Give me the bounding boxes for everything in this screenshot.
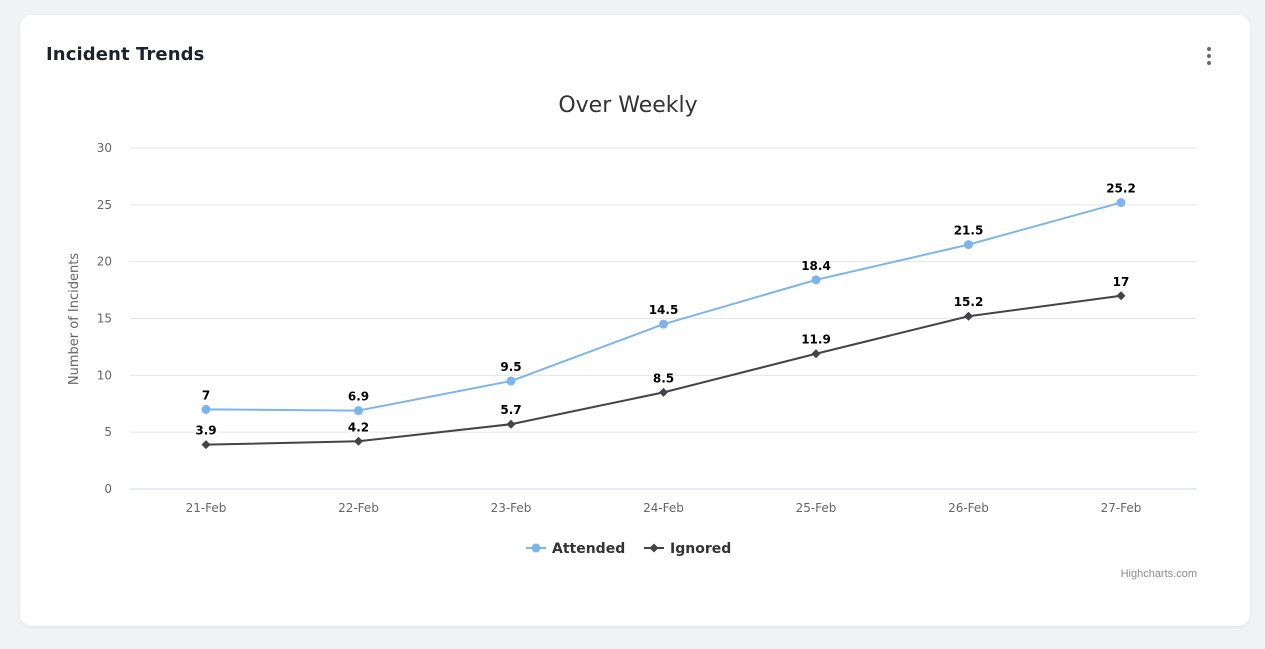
legend-item-ignored[interactable]: Ignored bbox=[644, 541, 731, 557]
data-label-attended: 25.2 bbox=[1106, 182, 1136, 196]
y-tick-label: 15 bbox=[97, 312, 112, 326]
data-label-attended: 14.5 bbox=[649, 303, 679, 317]
axis-labels: 0 5 10 15 20 25 30 21-Feb 22-Feb 23-Feb 24-Feb 25-F… bbox=[97, 141, 1142, 515]
data-label-ignored: 3.9 bbox=[195, 424, 216, 438]
data-labels: 7 6.9 9.5 14.5 18.4 21.5 25.2 3.9 4.2 5.7 8.5 11.9 1… bbox=[194, 180, 1137, 439]
data-point-ignored bbox=[811, 349, 821, 359]
series-group bbox=[201, 198, 1126, 450]
data-label-attended: 21.5 bbox=[954, 224, 984, 238]
legend-marker bbox=[531, 543, 541, 553]
data-label-ignored: 5.7 bbox=[500, 403, 521, 417]
data-point-ignored bbox=[506, 419, 516, 429]
data-label-attended: 18.4 bbox=[801, 259, 831, 273]
data-label-ignored: 17 bbox=[1113, 275, 1130, 289]
legend[interactable]: Attended Ignored bbox=[526, 541, 731, 557]
y-tick-label: 0 bbox=[104, 482, 112, 496]
grid-lines bbox=[130, 147, 1197, 490]
chart-title: Over Weekly bbox=[558, 93, 697, 118]
data-label-attended: 7 bbox=[202, 388, 210, 402]
data-label-attended: 9.5 bbox=[500, 360, 521, 374]
x-tick-label: 27-Feb bbox=[1101, 501, 1142, 515]
highcharts-credit[interactable]: Highcharts.com bbox=[1121, 568, 1197, 580]
data-point-attended bbox=[354, 406, 363, 416]
y-tick-label: 5 bbox=[104, 425, 112, 439]
data-point-ignored bbox=[1116, 291, 1126, 301]
data-point-ignored bbox=[659, 387, 668, 397]
x-tick-label: 25-Feb bbox=[796, 501, 837, 515]
data-label-ignored: 8.5 bbox=[653, 371, 674, 385]
x-tick-label: 24-Feb bbox=[643, 501, 684, 515]
data-label-ignored: 15.2 bbox=[954, 295, 984, 309]
legend-label: Ignored bbox=[670, 541, 731, 557]
y-axis-title: Number of Incidents bbox=[67, 253, 82, 385]
x-tick-label: 23-Feb bbox=[491, 501, 532, 515]
y-tick-label: 25 bbox=[97, 198, 112, 212]
data-point-attended bbox=[201, 404, 211, 414]
data-point-attended bbox=[811, 275, 821, 285]
legend-marker bbox=[649, 543, 659, 553]
data-point-attended bbox=[964, 240, 973, 250]
data-label-ignored: 11.9 bbox=[801, 333, 831, 347]
data-point-attended bbox=[659, 319, 668, 329]
x-tick-label: 21-Feb bbox=[186, 501, 227, 515]
y-tick-label: 30 bbox=[97, 141, 112, 155]
x-tick-label: 22-Feb bbox=[338, 501, 379, 515]
data-point-attended bbox=[506, 376, 516, 386]
data-label-attended: 6.9 bbox=[348, 390, 369, 404]
x-tick-label: 26-Feb bbox=[948, 501, 989, 515]
data-point-ignored bbox=[201, 440, 211, 450]
legend-item-attended[interactable]: Attended bbox=[526, 541, 625, 557]
y-tick-label: 20 bbox=[97, 255, 112, 269]
data-label-ignored: 4.2 bbox=[348, 420, 369, 434]
data-point-ignored bbox=[354, 436, 363, 446]
line-chart: Over Weekly Number of Incidents 0 5 10 15 20… bbox=[67, 93, 1197, 580]
data-point-attended bbox=[1116, 198, 1126, 208]
y-tick-label: 10 bbox=[97, 368, 112, 382]
data-point-ignored bbox=[964, 311, 973, 321]
legend-label: Attended bbox=[552, 541, 625, 557]
